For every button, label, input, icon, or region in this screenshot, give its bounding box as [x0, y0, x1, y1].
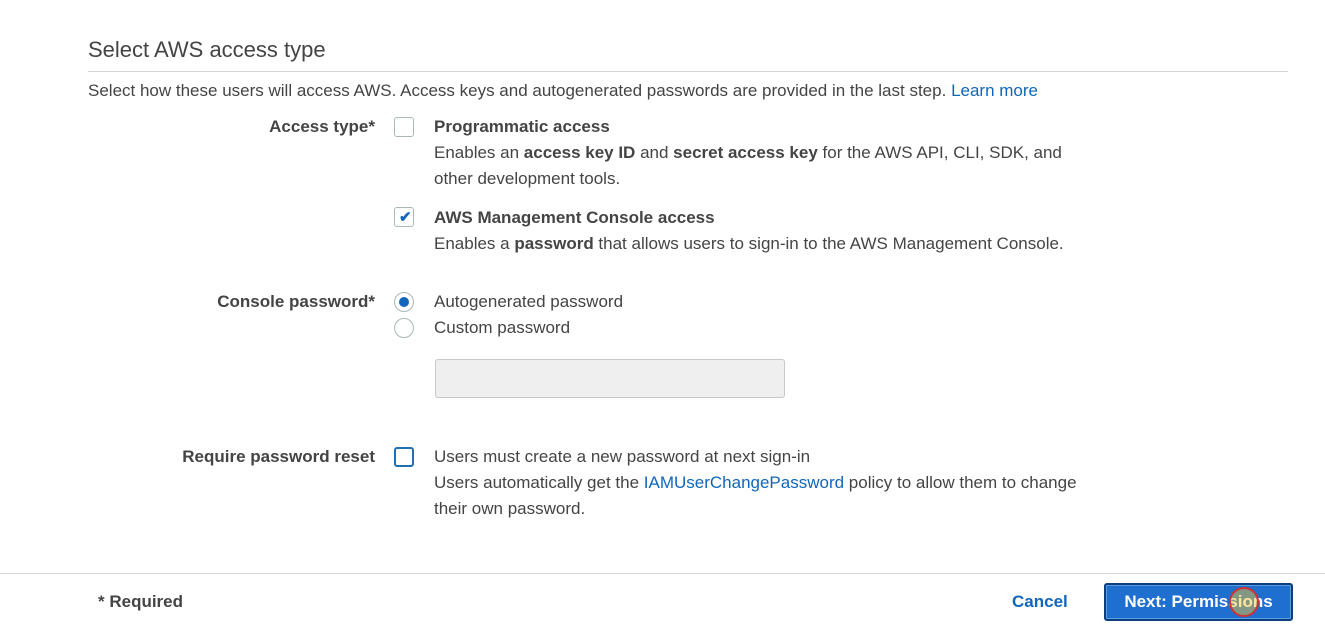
custom-password-radio[interactable] [394, 318, 414, 338]
intro-text: Select how these users will access AWS. … [88, 81, 1038, 101]
programmatic-access-checkbox[interactable] [394, 117, 414, 137]
console-access-checkbox[interactable]: ✔ [394, 207, 414, 227]
section-title: Select AWS access type [88, 37, 326, 62]
radio-selected-dot [399, 297, 409, 307]
title-divider [88, 71, 1288, 72]
password-reset-description: Users must create a new password at next… [434, 447, 1077, 518]
console-password-label: Console password* [217, 292, 375, 311]
programmatic-access-title: Programmatic access [434, 117, 610, 136]
learn-more-link[interactable]: Learn more [951, 81, 1038, 100]
custom-password-input[interactable] [435, 359, 785, 398]
require-password-reset-checkbox[interactable] [394, 447, 414, 467]
custom-password-label: Custom password [434, 318, 571, 337]
require-password-reset-label: Require password reset [182, 447, 375, 466]
intro-description: Select how these users will access AWS. … [88, 81, 947, 100]
access-type-label: Access type* [269, 117, 375, 136]
checkmark-icon: ✔ [399, 209, 412, 226]
cancel-button[interactable]: Cancel [1012, 592, 1068, 612]
autogenerated-password-radio[interactable] [394, 292, 414, 312]
autogenerated-password-label: Autogenerated password [434, 292, 624, 311]
next-permissions-button[interactable]: Next: Permissions [1104, 583, 1293, 621]
console-access-description: Enables a password that allows users to … [434, 234, 1064, 253]
footer-divider [0, 573, 1325, 574]
programmatic-access-description: Enables an access key ID and secret acce… [434, 143, 1062, 188]
mouse-cursor-highlight [1229, 587, 1259, 617]
iam-user-change-password-link[interactable]: IAMUserChangePassword [644, 473, 844, 492]
console-access-title: AWS Management Console access [434, 208, 715, 227]
required-note: * Required [98, 592, 184, 611]
